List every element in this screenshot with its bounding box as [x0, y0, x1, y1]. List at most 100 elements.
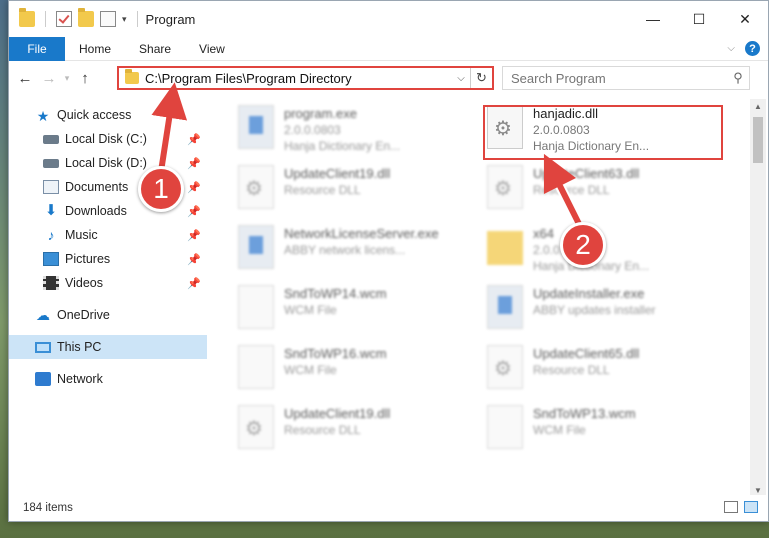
file-item[interactable]: SndToWP14.wcm WCM File	[238, 285, 478, 345]
address-dropdown-icon[interactable]: ⌵	[452, 73, 470, 84]
item-count: 184 items	[23, 502, 73, 514]
blank-file-icon	[238, 345, 274, 389]
navigation-bar: ← → ▾ ↑ C:\Program Files\Program Directo…	[9, 62, 768, 94]
file-name: UpdateClient19.dll	[284, 406, 391, 421]
sidebar-item-label: Videos	[65, 276, 103, 290]
view-toggle	[724, 501, 758, 513]
sidebar-item-this-pc[interactable]: This PC	[9, 335, 207, 359]
maximize-button[interactable]: ☐	[676, 1, 722, 37]
app-icon	[238, 225, 274, 269]
file-name: SndToWP16.wcm	[284, 346, 387, 361]
new-folder-icon[interactable]	[78, 8, 94, 27]
search-box[interactable]: ⚲	[502, 66, 750, 90]
quick-access-toolbar: ▾	[9, 8, 142, 27]
sidebar-item-quick-access[interactable]: ★ Quick access	[9, 103, 207, 127]
file-list: program.exe 2.0.0.0803 Hanja Dictionary …	[214, 99, 744, 489]
up-arrow-icon[interactable]: ↑	[73, 70, 97, 87]
cloud-icon: ☁	[36, 307, 50, 323]
properties-check-icon[interactable]	[56, 11, 72, 27]
tab-share[interactable]: Share	[125, 42, 185, 56]
download-icon: ⬇	[44, 202, 58, 219]
gear-file-icon	[238, 405, 274, 449]
pin-icon[interactable]: 📌	[187, 229, 201, 242]
pin-icon[interactable]: 📌	[187, 157, 201, 170]
pin-icon[interactable]: 📌	[187, 205, 201, 218]
sidebar-item-music[interactable]: ♪ Music 📌	[9, 223, 207, 247]
app-icon	[238, 105, 274, 149]
large-icons-view-icon[interactable]	[744, 501, 758, 513]
drive-icon	[43, 158, 59, 168]
file-type: WCM File	[533, 423, 586, 437]
sidebar-item-label: OneDrive	[57, 308, 110, 322]
pin-icon[interactable]: 📌	[187, 253, 201, 266]
star-icon: ★	[36, 108, 50, 124]
file-name: UpdateClient19.dll	[284, 166, 391, 181]
folder-item[interactable]: x64 2.0.0.0803 Hanja Dictionary En...	[487, 225, 727, 285]
sidebar-item-network[interactable]: Network	[9, 367, 207, 391]
sidebar-item-label: This PC	[57, 340, 102, 354]
computer-icon	[35, 341, 51, 353]
address-bar[interactable]: C:\Program Files\Program Directory ⌵ ↻	[117, 66, 494, 90]
file-explorer-window: ▾ Program — ☐ ✕ File Home Share View ⌵ ?…	[8, 0, 769, 522]
gear-file-icon	[487, 165, 523, 209]
file-item[interactable]: UpdateClient19.dll Resource DLL	[238, 165, 478, 225]
expand-ribbon-icon[interactable]: ⌵	[727, 43, 735, 54]
refresh-icon[interactable]: ↻	[470, 68, 492, 88]
file-type: Resource DLL	[284, 183, 361, 197]
forward-arrow-icon[interactable]: →	[37, 70, 61, 87]
ribbon-tabs: File Home Share View ⌵ ?	[9, 36, 768, 61]
vertical-scrollbar[interactable]: ▲ ▼	[750, 99, 766, 499]
customize-toolbar-icon[interactable]	[100, 11, 116, 27]
file-item[interactable]: UpdateClient19.dll Resource DLL	[238, 405, 478, 465]
window-controls: — ☐ ✕	[630, 1, 768, 37]
file-item[interactable]: SndToWP13.wcm WCM File	[487, 405, 727, 465]
scroll-up-icon[interactable]: ▲	[750, 99, 766, 115]
tab-home[interactable]: Home	[65, 42, 125, 56]
gear-file-icon	[238, 165, 274, 209]
search-icon[interactable]: ⚲	[727, 70, 749, 86]
file-item[interactable]: SndToWP16.wcm WCM File	[238, 345, 478, 405]
help-icon[interactable]: ?	[745, 41, 760, 56]
sidebar-item-label: Music	[65, 228, 98, 242]
pin-icon[interactable]: 📌	[187, 133, 201, 146]
sidebar-item-pictures[interactable]: Pictures 📌	[9, 247, 207, 271]
file-type: WCM File	[284, 303, 337, 317]
pictures-icon	[43, 252, 59, 266]
address-path[interactable]: C:\Program Files\Program Directory	[145, 71, 452, 86]
file-item[interactable]: UpdateClient63.dll Resource DLL	[487, 165, 727, 225]
sidebar-item-local-disk-c[interactable]: Local Disk (C:) 📌	[9, 127, 207, 151]
network-icon	[35, 372, 51, 386]
recent-locations-chevron-icon[interactable]: ▾	[61, 73, 73, 84]
app-icon	[487, 285, 523, 329]
scrollbar-thumb[interactable]	[753, 117, 763, 163]
videos-icon	[43, 276, 59, 290]
file-item[interactable]: UpdateInstaller.exe ABBY updates install…	[487, 285, 727, 345]
close-button[interactable]: ✕	[722, 1, 768, 37]
file-name: UpdateClient63.dll	[533, 166, 640, 181]
tab-file[interactable]: File	[9, 36, 65, 61]
pin-icon[interactable]: 📌	[187, 277, 201, 290]
file-item[interactable]: UpdateClient65.dll Resource DLL	[487, 345, 727, 405]
music-icon: ♪	[47, 227, 55, 243]
tab-view[interactable]: View	[185, 42, 239, 56]
details-view-icon[interactable]	[724, 501, 738, 513]
file-name: UpdateInstaller.exe	[533, 286, 645, 301]
sidebar-item-label: Pictures	[65, 252, 111, 266]
sidebar-item-local-disk-d[interactable]: Local Disk (D:) 📌	[9, 151, 207, 175]
file-item[interactable]: program.exe 2.0.0.0803 Hanja Dictionary …	[238, 105, 478, 165]
gear-file-icon	[487, 345, 523, 389]
file-item[interactable]: NetworkLicenseServer.exe ABBY network li…	[238, 225, 478, 285]
step-1-badge: 1	[138, 166, 184, 212]
pin-icon[interactable]: 📌	[187, 181, 201, 194]
ribbon-right-controls: ⌵ ?	[727, 41, 760, 56]
file-name: program.exe	[284, 106, 357, 121]
step-2-badge: 2	[560, 222, 606, 268]
chevron-down-icon[interactable]: ▾	[122, 14, 127, 25]
back-arrow-icon[interactable]: ←	[13, 70, 37, 87]
sidebar-item-videos[interactable]: Videos 📌	[9, 271, 207, 295]
sidebar-item-onedrive[interactable]: ☁ OneDrive	[9, 303, 207, 327]
minimize-button[interactable]: —	[630, 1, 676, 37]
sidebar-item-label: Quick access	[57, 108, 132, 122]
divider	[45, 11, 46, 27]
search-input[interactable]	[511, 70, 727, 86]
